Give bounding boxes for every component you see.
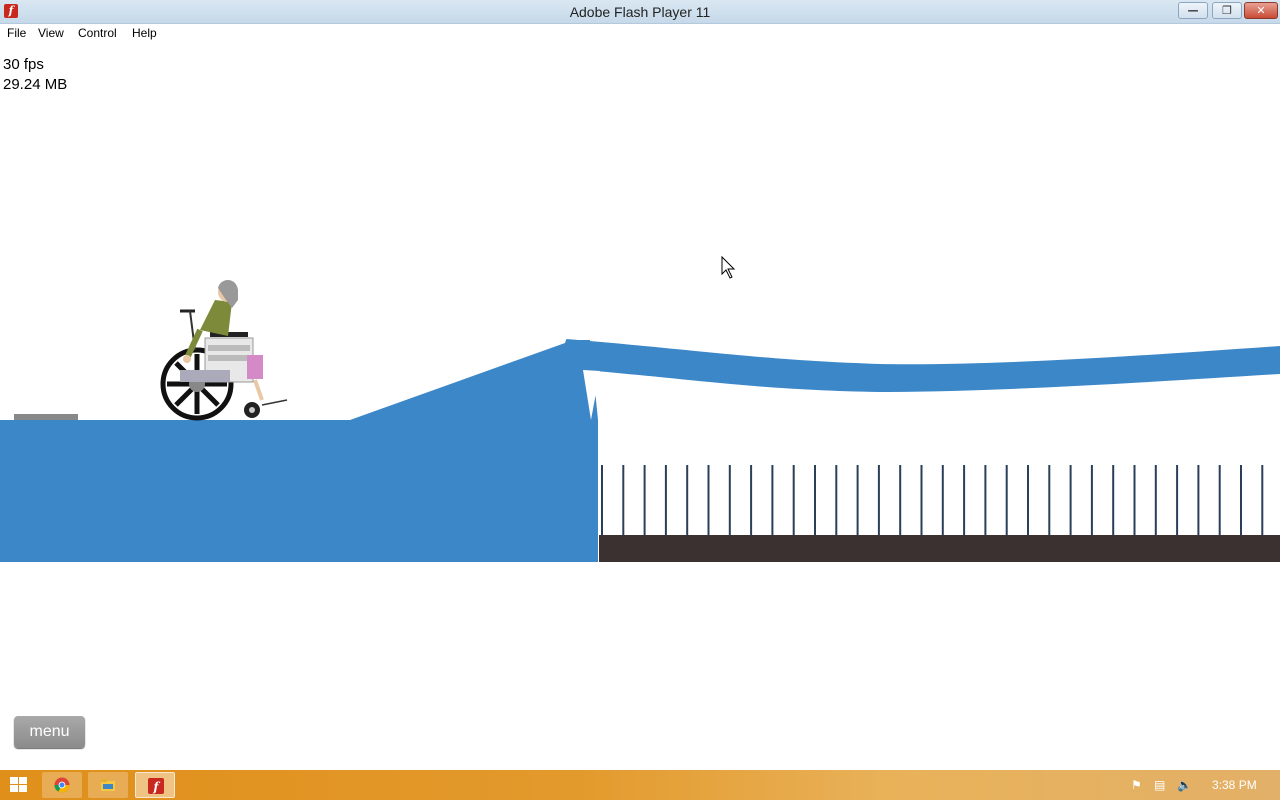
volume-muted-icon[interactable]: 🔈 (1177, 778, 1192, 792)
taskbar-flash-player[interactable]: f (135, 772, 175, 798)
curved-track (566, 339, 1280, 420)
window-title: Adobe Flash Player 11 (569, 4, 711, 20)
taskbar-chrome[interactable] (42, 772, 82, 798)
minimize-button[interactable]: — (1178, 2, 1208, 19)
taskbar-file-explorer[interactable] (88, 772, 128, 798)
close-icon: ✕ (1256, 4, 1266, 17)
ground-platform (0, 340, 598, 562)
action-center-flag-icon[interactable]: ⚑ (1131, 778, 1142, 792)
memory-usage: 29.24 MB (3, 76, 68, 93)
menu-bar: File View Control Help (0, 24, 1280, 42)
debris (14, 414, 78, 420)
menu-view[interactable]: View (38, 26, 64, 40)
minimize-icon: — (1187, 4, 1199, 17)
menu-file[interactable]: File (7, 26, 26, 40)
flash-player-icon: f (148, 778, 164, 794)
menu-control[interactable]: Control (78, 26, 117, 40)
network-icon[interactable]: ▤ (1154, 778, 1165, 792)
wheelchair-character (160, 280, 288, 421)
taskbar-clock[interactable]: 3:38 PM (1212, 778, 1257, 792)
game-menu-button[interactable]: menu (14, 716, 85, 748)
spike-base (599, 535, 1280, 562)
game-canvas[interactable] (0, 42, 1280, 770)
taskbar: f ⚑ ▤ 🔈 3:38 PM (0, 770, 1280, 800)
fps-counter: 30 fps (3, 56, 44, 73)
restore-button[interactable]: ❐ (1212, 2, 1242, 19)
mouse-cursor-icon (721, 255, 736, 279)
windows-start-icon[interactable] (10, 777, 28, 793)
spike-row (601, 465, 1264, 535)
restore-icon: ❐ (1222, 4, 1232, 17)
title-bar: f Adobe Flash Player 11 — ❐ ✕ (0, 0, 1280, 24)
chrome-icon (54, 777, 70, 793)
menu-help[interactable]: Help (132, 26, 157, 40)
file-explorer-icon (101, 779, 115, 791)
close-button[interactable]: ✕ (1244, 2, 1278, 19)
